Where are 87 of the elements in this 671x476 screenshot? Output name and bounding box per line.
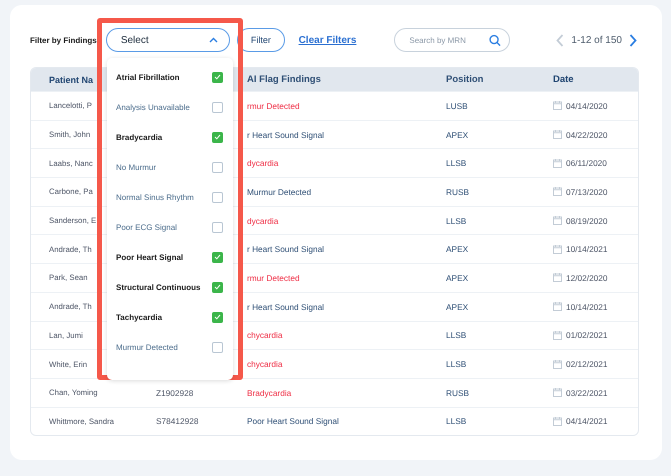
- findings-select[interactable]: Select: [106, 28, 230, 52]
- caret-icon: [209, 37, 218, 43]
- calendar-icon: [553, 216, 562, 226]
- calendar-icon: [553, 187, 562, 196]
- calendar-icon: [553, 388, 562, 398]
- calendar-icon: [553, 330, 562, 340]
- table-cell: 04/14/2020: [566, 100, 608, 111]
- option-label[interactable]: No Murmur: [116, 162, 156, 172]
- table-cell-text: rmur Detected: [246, 272, 301, 283]
- table-cell: S78412928: [156, 416, 198, 426]
- check-icon: [214, 134, 221, 140]
- search-field[interactable]: Search by MRN: [394, 28, 510, 52]
- page-range: 1-12 of 150: [571, 34, 622, 46]
- column-header: Position: [446, 74, 484, 85]
- table-cell-text: Murmur Detected: [246, 186, 312, 197]
- checkbox[interactable]: [212, 282, 223, 292]
- table-cell-text: RUSB: [446, 186, 470, 197]
- next-page-icon[interactable]: [629, 34, 637, 46]
- column-header: Patient Na: [49, 74, 94, 84]
- clear-filters-link[interactable]: Clear Filters: [298, 34, 356, 46]
- table-cell: 04/22/2020: [566, 130, 608, 140]
- table-cell-text: Poor Heart Sound Signal: [246, 416, 340, 426]
- option-label[interactable]: Bradycardia: [116, 132, 162, 142]
- option-label[interactable]: Atrial Fibrillation: [116, 72, 180, 82]
- table-cell: Z1902928: [156, 388, 194, 398]
- check-icon: [214, 284, 221, 290]
- table-cell-text: r Heart Sound Signal: [246, 130, 326, 140]
- option-label[interactable]: Poor Heart Signal: [116, 252, 184, 262]
- table-cell-text: APEX: [446, 130, 470, 140]
- table-cell: 12/02/2020: [566, 272, 608, 283]
- column-header: Date: [553, 74, 574, 85]
- calendar-icon: [553, 158, 562, 168]
- table-cell: 08/19/2020: [566, 216, 608, 226]
- table-cell: 06/11/2020: [566, 158, 607, 168]
- option-label[interactable]: Structural Continuous: [116, 282, 200, 292]
- table-cell-text: LLSB: [446, 359, 468, 370]
- filter-label: Filter by Findings: [30, 36, 98, 44]
- option-label[interactable]: Normal Sinus Rhythm: [116, 192, 194, 202]
- check-icon: [214, 254, 221, 260]
- table-cell-text: dycardia: [246, 216, 280, 226]
- checkbox[interactable]: [212, 102, 223, 112]
- table-cell: 04/14/2021: [566, 416, 608, 426]
- option-label[interactable]: Poor ECG Signal: [116, 222, 177, 232]
- search-icon: [489, 34, 502, 46]
- calendar-icon: [553, 130, 562, 140]
- check-icon: [214, 74, 221, 80]
- table-cell-text: RUSB: [446, 388, 470, 398]
- checkbox[interactable]: [212, 72, 223, 82]
- calendar-icon: [553, 244, 562, 254]
- table-cell-text: APEX: [446, 302, 470, 312]
- table-cell: 01/02/2021: [566, 330, 608, 340]
- table-cell-text: APEX: [446, 244, 470, 254]
- option-label[interactable]: Analysis Unavailable: [116, 102, 190, 112]
- calendar-icon: [553, 360, 562, 369]
- checkbox[interactable]: [212, 162, 223, 172]
- table-cell-text: r Heart Sound Signal: [246, 244, 326, 254]
- table-cell-text: r Heart Sound Signal: [246, 302, 326, 312]
- table-cell-text: LLSB: [446, 158, 468, 168]
- option-label[interactable]: Murmur Detected: [116, 342, 178, 352]
- calendar-icon: [553, 273, 562, 282]
- checkbox[interactable]: [212, 192, 223, 202]
- calendar-icon: [553, 101, 562, 110]
- table-cell-text: LLSB: [446, 330, 468, 340]
- checkbox[interactable]: [212, 252, 223, 262]
- checkbox[interactable]: [212, 222, 223, 232]
- table-cell-text: chycardia: [246, 359, 284, 370]
- table-cell-text: chycardia: [246, 330, 284, 340]
- checkbox[interactable]: [212, 342, 223, 352]
- calendar-icon: [553, 416, 562, 426]
- table-cell: 03/22/2021: [566, 388, 608, 398]
- table-cell: 10/14/2021: [566, 244, 608, 254]
- table-cell-text: Bradycardia: [246, 388, 292, 398]
- checkbox[interactable]: [212, 132, 223, 142]
- table-cell-text: APEX: [446, 272, 470, 283]
- check-icon: [214, 314, 221, 320]
- calendar-icon: [553, 302, 562, 312]
- table-cell-text: LLSB: [446, 416, 468, 426]
- column-header: AI Flag Findings: [247, 74, 321, 85]
- table-cell-text: LLSB: [446, 216, 468, 226]
- checkbox[interactable]: [212, 312, 223, 322]
- table-cell: 02/12/2021: [566, 359, 608, 370]
- table-cell: 10/14/2021: [566, 302, 608, 312]
- table-cell: 07/13/2020: [566, 186, 608, 197]
- option-label[interactable]: Tachycardia: [116, 312, 162, 322]
- table-cell-text: dycardia: [246, 158, 280, 168]
- table-cell-text: rmur Detected: [246, 100, 301, 111]
- table-cell-text: LUSB: [446, 100, 469, 111]
